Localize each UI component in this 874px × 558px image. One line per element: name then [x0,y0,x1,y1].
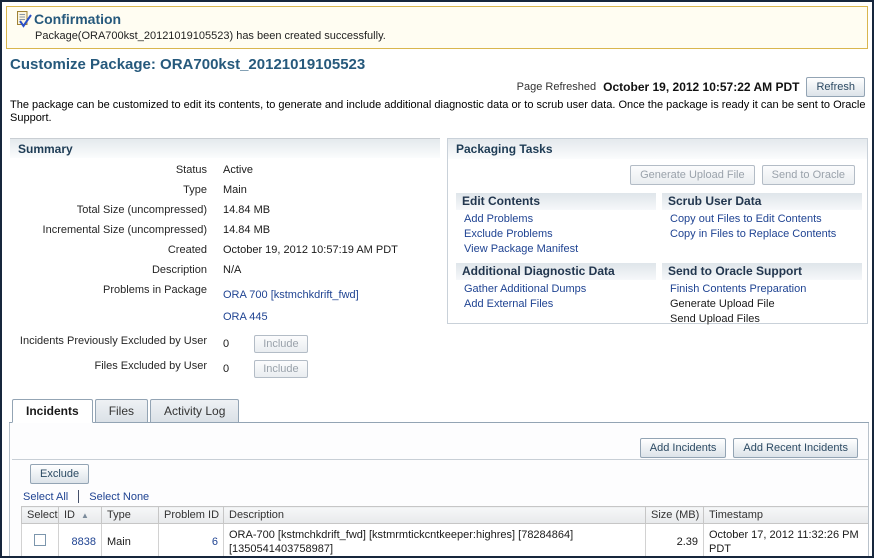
problem-link[interactable]: ORA 700 [kstmchkdrift_fwd] [223,284,359,306]
task-link-copy-in-files[interactable]: Copy in Files to Replace Contents [670,228,836,240]
summary-row-problems: Problems in Package ORA 700 [kstmchkdrif… [10,280,398,328]
task-link-exclude-problems[interactable]: Exclude Problems [464,228,553,240]
page-refreshed-timestamp: October 19, 2012 10:57:22 AM PDT [603,80,799,94]
confirmation-banner: Confirmation Package(ORA700kst_201210191… [6,6,868,49]
field-label: Created [10,240,207,260]
task-group-title: Send to Oracle Support [662,263,862,280]
task-link-gather-additional-dumps[interactable]: Gather Additional Dumps [464,283,586,295]
task-link-add-problems[interactable]: Add Problems [464,213,533,225]
incidents-tab-panel: Add Incidents Add Recent Incidents Exclu… [9,423,869,558]
tab-strip: Incidents Files Activity Log [12,399,239,423]
task-group-send-to-oracle-support: Send to Oracle Support Finish Contents P… [662,263,862,327]
task-item-send-upload-files: Send Upload Files [670,313,760,325]
field-value: 14.84 MB [207,200,398,220]
page-title: Customize Package: ORA700kst_20121019105… [10,56,365,73]
table-header-row: Select ID▲ Type Problem ID Description S… [22,507,870,524]
problem-id-link[interactable]: 6 [212,536,218,548]
summary-fields: Status Active Type Main Total Size (unco… [10,160,398,378]
include-incidents-button[interactable]: Include [254,335,307,353]
task-group-scrub-user-data: Scrub User Data Copy out Files to Edit C… [662,193,862,257]
task-group-title: Edit Contents [456,193,656,210]
task-link-view-package-manifest[interactable]: View Package Manifest [464,243,578,255]
incident-id-link[interactable]: 8838 [72,536,96,548]
summary-row: Description N/A [10,260,398,280]
column-header-description[interactable]: Description [224,507,646,524]
add-incidents-button[interactable]: Add Incidents [640,438,727,458]
summary-row: Created October 19, 2012 10:57:19 AM PDT [10,240,398,260]
summary-row: Incremental Size (uncompressed) 14.84 MB [10,220,398,240]
refresh-button[interactable]: Refresh [806,77,865,97]
confirmation-title: Confirmation [34,11,121,27]
generate-upload-file-button[interactable]: Generate Upload File [630,165,755,185]
task-link-add-external-files[interactable]: Add External Files [464,298,553,310]
field-value: N/A [207,260,398,280]
incident-type-cell: Main [102,524,159,558]
field-value: 0 [223,338,229,350]
summary-row: Type Main [10,180,398,200]
summary-header: Summary [10,138,440,158]
task-item-generate-upload-file: Generate Upload File [670,298,775,310]
column-header-type[interactable]: Type [102,507,159,524]
summary-row-files-excluded: Files Excluded by User 0 Include [10,353,398,378]
field-label: Type [10,180,207,200]
column-header-select[interactable]: Select [22,507,59,524]
field-label: Incremental Size (uncompressed) [10,220,207,240]
confirmation-check-icon [16,11,33,33]
page: Confirmation Package(ORA700kst_201210191… [0,0,874,558]
summary-row: Total Size (uncompressed) 14.84 MB [10,200,398,220]
summary-section: Summary Status Active Type Main Total Si… [10,138,440,378]
incident-description-cell: ORA-700 [kstmchkdrift_fwd] [kstmrmtickcn… [224,524,646,558]
packaging-tasks-section: Packaging Tasks Generate Upload File Sen… [447,138,868,324]
field-label: Problems in Package [10,280,207,328]
task-link-finish-contents-preparation[interactable]: Finish Contents Preparation [670,283,806,295]
page-refreshed-row: Page Refreshed October 19, 2012 10:57:22… [517,77,865,97]
field-label: Files Excluded by User [10,353,207,378]
field-label: Total Size (uncompressed) [10,200,207,220]
field-label: Status [10,160,207,180]
summary-row: Status Active [10,160,398,180]
confirmation-message: Package(ORA700kst_20121019105523) has be… [35,30,386,42]
task-group-title: Additional Diagnostic Data [456,263,656,280]
field-label: Description [10,260,207,280]
summary-row-incidents-excluded: Incidents Previously Excluded by User 0 … [10,328,398,353]
field-value: October 19, 2012 10:57:19 AM PDT [207,240,398,260]
select-all-link[interactable]: Select All [23,491,68,503]
task-link-copy-out-files[interactable]: Copy out Files to Edit Contents [670,213,822,225]
incident-size-cell: 2.39 [646,524,704,558]
page-refreshed-label: Page Refreshed [517,81,597,93]
tab-files[interactable]: Files [95,399,148,423]
column-header-size[interactable]: Size (MB) [646,507,704,524]
field-value: Active [207,160,398,180]
add-recent-incidents-button[interactable]: Add Recent Incidents [733,438,858,458]
exclude-button[interactable]: Exclude [30,464,89,484]
incident-timestamp-cell: October 17, 2012 11:32:26 PM PDT [704,524,870,558]
incidents-table: Select ID▲ Type Problem ID Description S… [21,506,869,558]
page-intro-text: The package can be customized to edit it… [10,99,868,125]
include-files-button[interactable]: Include [254,360,307,378]
table-row: 8838 Main 6 ORA-700 [kstmchkdrift_fwd] [… [22,524,870,558]
column-header-problem-id[interactable]: Problem ID [159,507,224,524]
tab-incidents[interactable]: Incidents [12,399,93,423]
task-group-edit-contents: Edit Contents Add Problems Exclude Probl… [456,193,656,257]
sort-ascending-icon: ▲ [81,511,89,520]
send-to-oracle-button[interactable]: Send to Oracle [762,165,855,185]
toolbar-divider [12,459,868,460]
select-none-link[interactable]: Select None [89,491,149,503]
task-group-additional-diagnostic-data: Additional Diagnostic Data Gather Additi… [456,263,656,327]
field-value: 0 [223,363,229,375]
problem-link[interactable]: ORA 445 [223,306,268,328]
field-label: Incidents Previously Excluded by User [10,328,207,353]
column-header-id[interactable]: ID▲ [59,507,102,524]
packaging-tasks-header: Packaging Tasks [448,139,867,159]
tab-activity-log[interactable]: Activity Log [150,399,239,423]
row-select-checkbox[interactable] [34,534,46,546]
field-value: 14.84 MB [207,220,398,240]
task-group-title: Scrub User Data [662,193,862,210]
select-links-divider [78,490,79,503]
column-header-timestamp[interactable]: Timestamp [704,507,870,524]
field-value: Main [207,180,398,200]
